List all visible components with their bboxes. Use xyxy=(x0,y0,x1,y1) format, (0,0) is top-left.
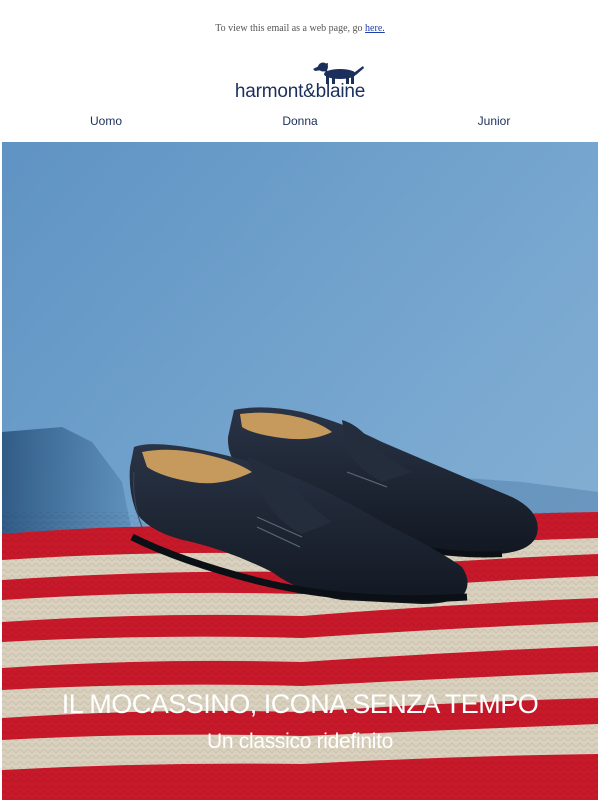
nav-item-junior[interactable]: Junior xyxy=(434,114,554,128)
main-navigation: Uomo Donna Junior xyxy=(0,114,600,132)
hero-banner[interactable]: IL MOCASSINO, ICONA SENZA TEMPO Un class… xyxy=(2,142,598,800)
hero-subtitle: Un classico ridefinito xyxy=(207,730,393,753)
view-as-webpage-notice: To view this email as a web page, go her… xyxy=(0,23,600,34)
preheader-text: To view this email as a web page, go xyxy=(215,23,366,34)
hero-title: IL MOCASSINO, ICONA SENZA TEMPO xyxy=(61,689,539,719)
webpage-link[interactable]: here. xyxy=(365,23,385,34)
nav-item-uomo[interactable]: Uomo xyxy=(46,114,166,128)
nav-item-donna[interactable]: Donna xyxy=(240,114,360,128)
brand-name: harmont&blaine xyxy=(234,81,366,102)
